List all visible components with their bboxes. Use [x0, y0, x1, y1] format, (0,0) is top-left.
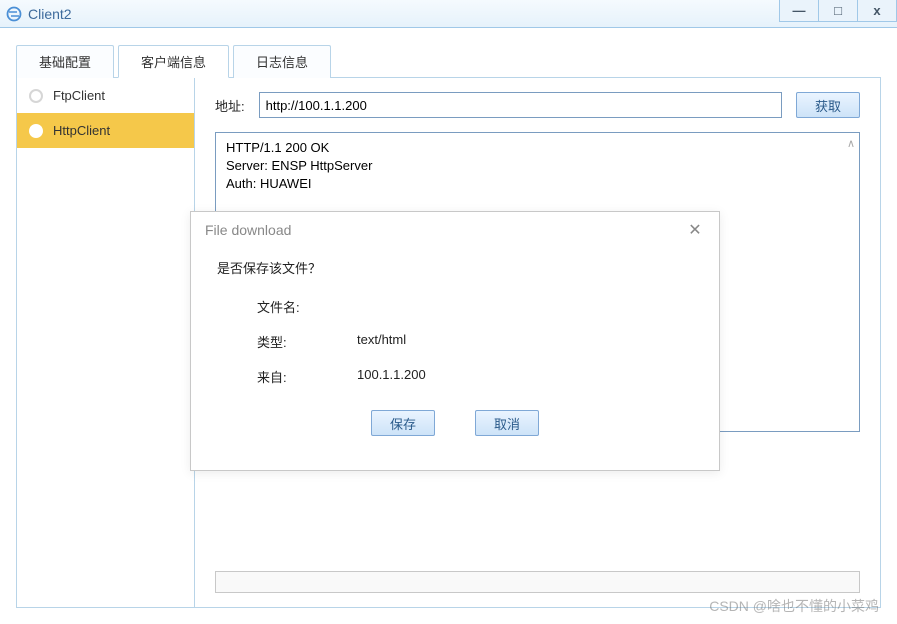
from-label: 来自: [257, 367, 357, 386]
app-icon [6, 6, 22, 22]
tab-client-info[interactable]: 客户端信息 [118, 45, 229, 78]
response-line: Auth: HUAWEI [226, 175, 849, 193]
type-label: 类型: [257, 332, 357, 351]
window-controls: — □ x [780, 0, 897, 28]
dialog-row-from: 来自: 100.1.1.200 [217, 367, 693, 386]
content-area: 基础配置 客户端信息 日志信息 FtpClient HttpClient 地址:… [0, 28, 897, 624]
close-button[interactable]: x [857, 0, 897, 22]
maximize-button[interactable]: □ [818, 0, 858, 22]
response-line: Server: ENSP HttpServer [226, 157, 849, 175]
sidebar-item-label: HttpClient [53, 123, 110, 138]
scroll-up-icon[interactable]: ∧ [847, 137, 855, 152]
dialog-row-type: 类型: text/html [217, 332, 693, 351]
window-title: Client2 [28, 6, 72, 22]
sidebar-item-label: FtpClient [53, 88, 105, 103]
file-download-dialog: File download ✕ 是否保存该文件？ 文件名: 类型: text/h… [190, 211, 720, 471]
dialog-question: 是否保存该文件？ [217, 258, 693, 277]
save-button[interactable]: 保存 [371, 410, 435, 436]
dialog-actions: 保存 取消 [217, 410, 693, 436]
address-label: 地址: [215, 96, 245, 115]
cancel-button[interactable]: 取消 [475, 410, 539, 436]
address-row: 地址: 获取 [215, 92, 860, 118]
tab-log-info[interactable]: 日志信息 [233, 45, 331, 78]
sidebar-item-ftpclient[interactable]: FtpClient [17, 78, 194, 113]
sidebar-item-httpclient[interactable]: HttpClient [17, 113, 194, 148]
address-input[interactable] [259, 92, 782, 118]
sidebar: FtpClient HttpClient [17, 78, 195, 607]
bullet-icon [29, 124, 43, 138]
from-value: 100.1.1.200 [357, 367, 426, 386]
get-button[interactable]: 获取 [796, 92, 860, 118]
dialog-title: File download [205, 222, 291, 238]
response-line: HTTP/1.1 200 OK [226, 139, 849, 157]
dialog-body: 是否保存该文件？ 文件名: 类型: text/html 来自: 100.1.1.… [191, 246, 719, 436]
dialog-close-icon[interactable]: ✕ [685, 220, 705, 240]
tab-bar: 基础配置 客户端信息 日志信息 [16, 44, 881, 78]
progress-bar [215, 571, 860, 593]
title-bar: Client2 — □ x [0, 0, 897, 28]
tab-basic-config[interactable]: 基础配置 [16, 45, 114, 78]
minimize-button[interactable]: — [779, 0, 819, 22]
type-value: text/html [357, 332, 406, 351]
dialog-title-bar: File download ✕ [191, 212, 719, 246]
filename-label: 文件名: [257, 297, 357, 316]
dialog-row-filename: 文件名: [217, 297, 693, 316]
bullet-icon [29, 89, 43, 103]
